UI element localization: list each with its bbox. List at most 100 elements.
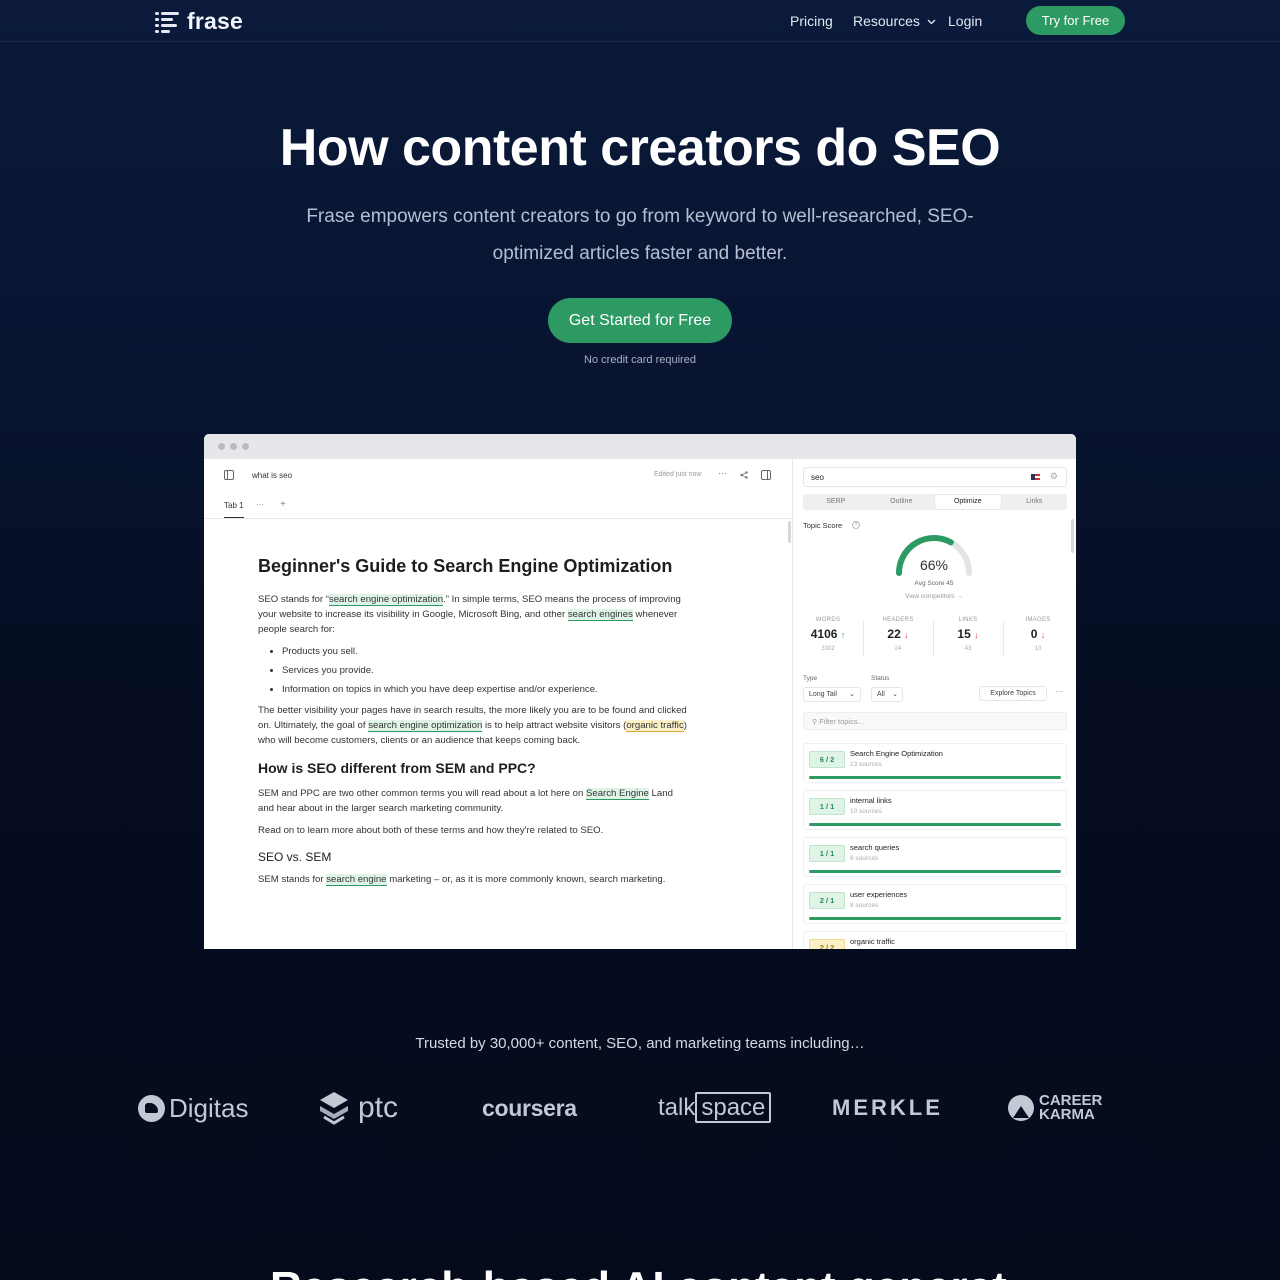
topic-highlight: Search Engine	[585, 788, 649, 800]
try-for-free-button[interactable]: Try for Free	[1026, 6, 1125, 35]
hero-subtitle-line-2: optimized articles faster and better.	[492, 243, 788, 264]
list-item: Services you provide.	[282, 663, 688, 678]
topic-score-label: Topic Score	[803, 521, 843, 530]
topic-count-badge: 2 / 1	[809, 892, 845, 909]
merkle-logo: MERKLE	[832, 1095, 943, 1120]
status-value: All	[877, 691, 885, 698]
type-value: Long Tail	[809, 691, 837, 698]
tab-optimize[interactable]: Optimize	[935, 495, 1001, 509]
stat-images: IMAGES 0 ↓ 10	[1025, 617, 1051, 652]
paragraph-2: The better visibility your pages have in…	[258, 705, 687, 746]
no-credit-card-note: No credit card required	[584, 354, 696, 366]
add-tab-icon[interactable]: +	[280, 499, 286, 510]
keyword-input[interactable]: seo ⚙	[803, 467, 1067, 487]
type-label: Type	[803, 675, 818, 682]
topic-card[interactable]: 2 / 2 organic traffic	[803, 931, 1067, 949]
panel-tabs: SERP Outline Optimize Links	[803, 494, 1067, 510]
document-name[interactable]: what is seo	[252, 471, 292, 480]
top-nav: frase Pricing Resources Login Try for Fr…	[0, 0, 1280, 42]
keyword-value: seo	[811, 473, 824, 482]
topic-count-badge: 2 / 2	[809, 939, 845, 949]
topic-progress-bar	[809, 917, 1061, 920]
filter-topics-input[interactable]: ⚲ Filter topics...	[803, 712, 1067, 730]
talkspace-logo: talk space	[658, 1090, 772, 1126]
explore-topics-button[interactable]: Explore Topics	[979, 686, 1047, 701]
settings-icon[interactable]: ⚙	[1050, 471, 1058, 482]
chevron-down-icon	[927, 19, 936, 25]
panel-toggle-icon[interactable]	[761, 470, 771, 480]
digitas-logo: Digitas	[138, 1090, 248, 1126]
career-karma-icon	[1008, 1095, 1034, 1121]
us-flag-icon[interactable]	[1031, 474, 1040, 480]
topic-highlight: search engines	[567, 609, 633, 621]
subsection-heading: SEO vs. SEM	[258, 850, 332, 864]
hero-title: How content creators do SEO	[279, 119, 1001, 177]
list-item: Products you sell.	[282, 644, 688, 659]
view-competitors-link[interactable]: View competitors →	[879, 593, 989, 600]
tab-outline[interactable]: Outline	[869, 494, 935, 510]
topic-sources: 13 sources	[850, 761, 882, 768]
hero-subtitle: Frase empowers content creators to go fr…	[290, 198, 990, 272]
topic-count-badge: 1 / 1	[809, 798, 845, 815]
topic-sources: 10 sources	[850, 808, 882, 815]
next-section-title: Research-based AI content generator	[270, 1263, 1010, 1280]
career-karma-logo: CAREER KARMA	[1008, 1090, 1119, 1126]
tab-serp[interactable]: SERP	[803, 494, 869, 510]
avg-score: Avg Score 45	[914, 580, 954, 587]
topic-count-badge: 6 / 2	[809, 751, 845, 768]
document-content[interactable]: Beginner's Guide to Search Engine Optimi…	[258, 554, 688, 894]
topic-name: organic traffic	[850, 937, 895, 946]
optimize-panel: seo ⚙ SERP Outline Optimize Links Topic …	[792, 459, 1076, 949]
topic-sources: 8 sources	[850, 902, 879, 909]
window-dot	[218, 443, 225, 450]
editor-scrollbar[interactable]	[788, 521, 791, 543]
nav-login[interactable]: Login	[948, 13, 982, 29]
topic-progress-bar	[809, 823, 1061, 826]
topic-name: search queries	[850, 843, 900, 852]
section-heading: How is SEO different from SEM and PPC?	[258, 760, 536, 776]
frase-logo-icon	[155, 10, 181, 34]
list-item: Information on topics in which you have …	[282, 682, 688, 697]
hero-subtitle-line-1: Frase empowers content creators to go fr…	[306, 206, 974, 227]
share-icon[interactable]	[740, 471, 748, 479]
more-options-icon[interactable]: ···	[718, 468, 727, 478]
topic-progress-bar	[809, 776, 1061, 779]
topic-card[interactable]: 6 / 2 Search Engine Optimization 13 sour…	[803, 743, 1067, 783]
ptc-logo: ptc	[318, 1090, 398, 1126]
status-dropdown[interactable]: All ⌄	[871, 687, 903, 702]
paragraph-1: SEO stands for “search engine optimizati…	[258, 594, 681, 635]
sidebar-toggle-icon[interactable]	[224, 470, 234, 480]
paragraph-5: SEM stands for search engine marketing –…	[258, 874, 666, 886]
logo-text: frase	[187, 8, 243, 34]
topic-highlight: search engine	[326, 874, 387, 886]
tab-more-icon[interactable]: ···	[256, 500, 264, 509]
content-stats: WORDS 4106 ↑ 3302 HEADERS 22 ↓ 24 LINKS …	[793, 617, 1076, 662]
nav-pricing[interactable]: Pricing	[790, 13, 833, 29]
document-title: Beginner's Guide to Search Engine Optimi…	[258, 556, 673, 576]
type-dropdown[interactable]: Long Tail ⌄	[803, 687, 861, 702]
ptc-icon	[320, 1092, 348, 1125]
talkspace-text: talk space	[658, 1092, 772, 1123]
filter-placeholder: Filter topics...	[819, 717, 864, 726]
status-label: Status	[871, 675, 890, 682]
stat-headers: HEADERS 22 ↓ 24	[882, 617, 914, 652]
tab-links[interactable]: Links	[1002, 494, 1068, 510]
topic-highlight: search engine optimization	[328, 594, 444, 606]
logo[interactable]: frase	[155, 8, 243, 35]
topic-progress-bar	[809, 870, 1061, 873]
topic-score-value: 66%	[919, 557, 949, 573]
chevron-down-icon: ⌄	[892, 691, 898, 698]
paragraph-4: Read on to learn more about both of thes…	[258, 825, 604, 836]
tab-1[interactable]: Tab 1	[224, 501, 244, 518]
topic-highlight-warning: organic traffic	[626, 720, 684, 732]
document-editor: what is seo Edited just now ··· Tab 1 ··…	[204, 459, 792, 949]
get-started-button[interactable]: Get Started for Free	[548, 298, 732, 343]
nav-resources[interactable]: Resources	[853, 13, 936, 29]
trusted-by-text: Trusted by 30,000+ content, SEO, and mar…	[415, 1035, 865, 1052]
topic-card[interactable]: 1 / 1 search queries 8 sources	[803, 837, 1067, 877]
topic-card[interactable]: 1 / 1 internal links 10 sources	[803, 790, 1067, 830]
topic-card[interactable]: 2 / 1 user experiences 8 sources	[803, 884, 1067, 924]
more-options-icon[interactable]: ···	[1055, 687, 1063, 696]
info-icon[interactable]: ?	[852, 521, 860, 529]
panel-scrollbar[interactable]	[1071, 519, 1074, 553]
